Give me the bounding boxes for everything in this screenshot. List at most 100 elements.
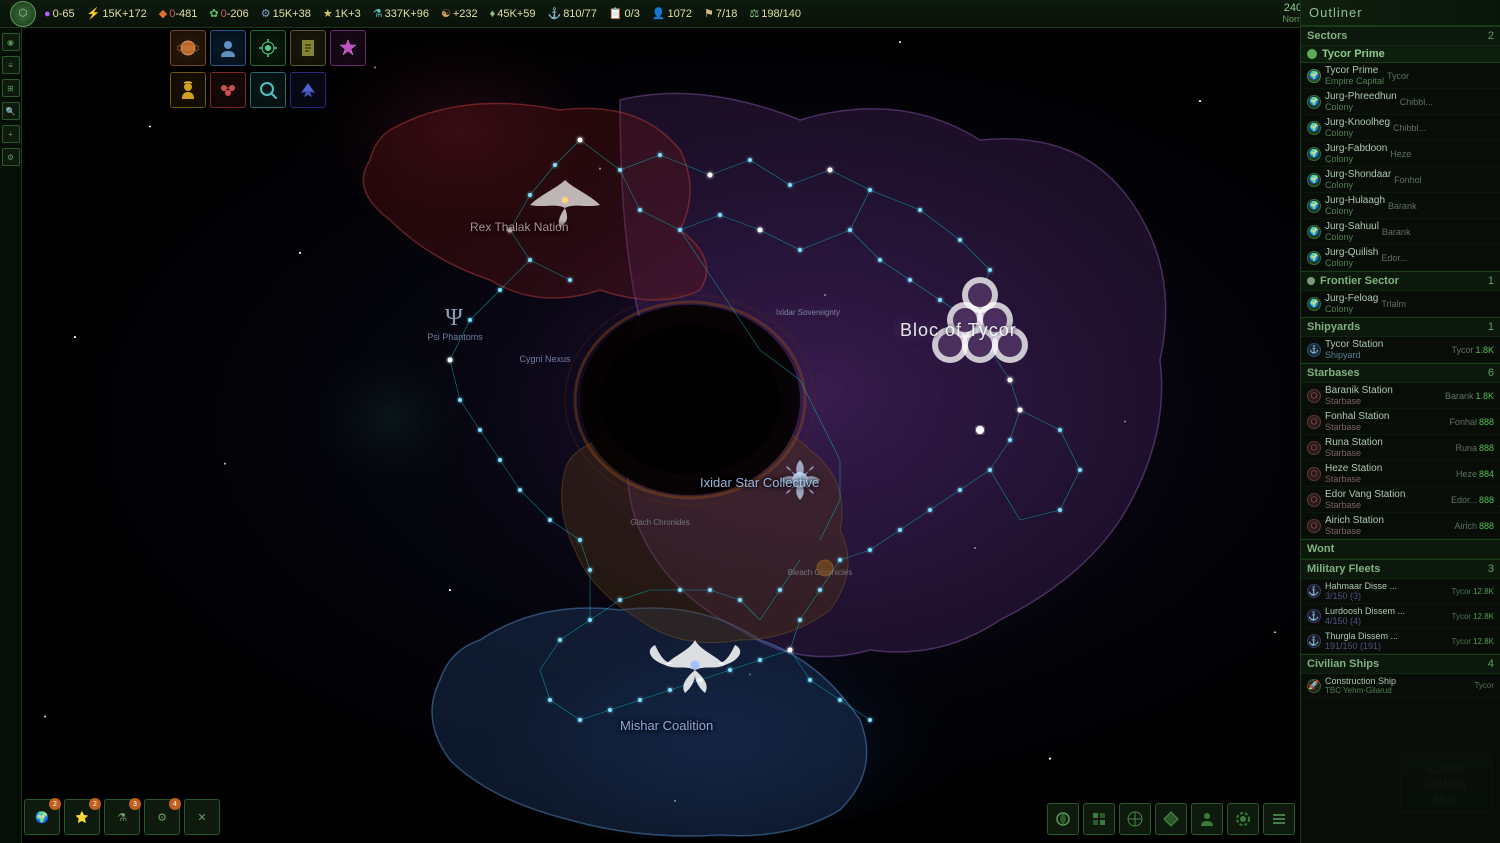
military-fleets-section-header[interactable]: Military Fleets 3 <box>1301 559 1500 579</box>
settings-gear-button[interactable] <box>1227 803 1259 835</box>
top-hud: ⬡ ● 0-65 ⚡ 15K+172 ◆ 0-481 ✿ 0-206 ⚙ 15K… <box>0 0 1500 28</box>
outliner-header: Outliner <box>1301 0 1500 26</box>
map-mode-2-button[interactable] <box>1083 803 1115 835</box>
stat-minerals: ◆ 0-481 <box>159 7 198 20</box>
map-mode-3-button[interactable] <box>1119 803 1151 835</box>
colony-icon: 🌍 <box>1307 95 1321 109</box>
starbase-icon: ⬡ <box>1307 467 1321 481</box>
starbase-fonhal[interactable]: ⬡ Fonhal Station Starbase Fonhal 888 <box>1301 409 1500 435</box>
svg-text:Cygni Nexus: Cygni Nexus <box>519 354 571 364</box>
policies-button[interactable] <box>290 30 326 66</box>
traditions-button[interactable] <box>330 30 366 66</box>
filter-icon-btn[interactable]: ≡ <box>2 56 20 74</box>
bottom-left-icons: 🌍 2 ⭐ 2 ⚗ 3 ⚙ 4 ✕ <box>24 799 220 835</box>
fleet-lurdoosh[interactable]: ⚓ Lurdoosh Dissem ... 4/150 (4) Tycor 12… <box>1301 604 1500 629</box>
stat-influence: ● 0-65 <box>44 8 75 20</box>
stat-unity: ☯ +232 <box>441 7 478 20</box>
fleet-icon: ⚓ <box>1307 584 1321 598</box>
stat-admin: 📋 0/3 <box>609 7 640 20</box>
notification-research-button[interactable]: ⚗ 3 <box>104 799 140 835</box>
settings-button[interactable]: ✕ <box>184 799 220 835</box>
wont-section-header[interactable]: Wont <box>1301 539 1500 559</box>
map-mode-1-button[interactable] <box>1047 803 1079 835</box>
starbase-baranik[interactable]: ⬡ Baranik Station Starbase Barank 1.8K <box>1301 383 1500 409</box>
stat-pops: 👤 1072 <box>652 7 692 20</box>
map-icon-btn[interactable]: ◉ <box>2 33 20 51</box>
colony-icon: 🌍 <box>1307 173 1321 187</box>
starbase-airich[interactable]: ⬡ Airich Station Starbase Airich 888 <box>1301 513 1500 539</box>
stat-research: ⚗ 337K+96 <box>373 7 429 20</box>
colony-jurg-fabdoon[interactable]: 🌍 Jurg-Fabdoon Colony Heze <box>1301 141 1500 167</box>
colony-icon: 🌍 <box>1307 199 1321 213</box>
colony-icon: 🌍 <box>1307 225 1321 239</box>
colony-jurg-feloag[interactable]: 🌍 Jurg-Feloag Colony Trlalm <box>1301 291 1500 317</box>
empire-icon[interactable]: ⬡ <box>10 1 36 27</box>
frontier-dot <box>1307 277 1315 285</box>
badge-3: 3 <box>129 798 141 810</box>
leaders-button[interactable] <box>170 72 206 108</box>
notification-expansion-button[interactable]: ⭐ 2 <box>64 799 100 835</box>
left-icon-bar: ◉ ≡ ⊞ 🔍 + ⚙ <box>0 28 22 843</box>
shipyard-icon: ⚓ <box>1307 343 1321 357</box>
technology-button[interactable] <box>250 30 286 66</box>
svg-text:Glach Chronides: Glach Chronides <box>630 518 690 527</box>
stat-amenities: ♦ 45K+59 <box>490 8 536 20</box>
shipyards-section-header[interactable]: Shipyards 1 <box>1301 317 1500 337</box>
stat-consumer: ★ 1K+3 <box>323 7 361 20</box>
intel-button[interactable] <box>250 72 286 108</box>
frontier-sector-header[interactable]: Frontier Sector 1 <box>1301 271 1500 291</box>
planets-button[interactable] <box>170 30 206 66</box>
colony-jurg-hulaagh[interactable]: 🌍 Jurg-Hulaagh Colony Barank <box>1301 193 1500 219</box>
colony-jurg-quilish[interactable]: 🌍 Jurg-Quilish Colony Edor... <box>1301 245 1500 271</box>
colony-tycor-prime[interactable]: 🌍 Tycor Prime Empire Capital Tycor <box>1301 63 1500 89</box>
colony-icon: 🌍 <box>1307 297 1321 311</box>
research-bottom-icon: ⚗ <box>117 811 127 824</box>
colony-icon: 🌍 <box>1307 251 1321 265</box>
search-icon-btn[interactable]: 🔍 <box>2 102 20 120</box>
civilian-ships-section-header[interactable]: Civilian Ships 4 <box>1301 654 1500 674</box>
stat-stability: ⚖ 198/140 <box>749 7 801 20</box>
starbase-runa[interactable]: ⬡ Runa Station Starbase Runa 888 <box>1301 435 1500 461</box>
expansion-icon: ⭐ <box>75 811 89 824</box>
starbase-edor-vang[interactable]: ⬡ Edor Vang Station Starbase Edor... 888 <box>1301 487 1500 513</box>
planets-bottom-icon: 🌍 <box>35 811 49 824</box>
starbases-section-header[interactable]: Starbases 6 <box>1301 363 1500 383</box>
layers-icon-btn[interactable]: ⊞ <box>2 79 20 97</box>
galaxy-map[interactable]: Ψ <box>0 0 1300 843</box>
fleet-icon: ⚓ <box>1307 634 1321 648</box>
factions-button[interactable] <box>210 72 246 108</box>
species-button[interactable] <box>210 30 246 66</box>
map-mode-4-button[interactable] <box>1155 803 1187 835</box>
sectors-section-header[interactable]: Sectors 2 <box>1301 26 1500 46</box>
bottom-right-icons <box>1047 803 1295 835</box>
menu-button[interactable] <box>1263 803 1295 835</box>
stat-alloys: ⚙ 15K+38 <box>261 7 311 20</box>
shipyard-tycor[interactable]: ⚓ Tycor Station Shipyard Tycor 1.8K <box>1301 337 1500 363</box>
fleet-thurgla[interactable]: ⚓ Thurgla Dissem ... 191/150 (191) Tycor… <box>1301 629 1500 654</box>
map-mode-5-button[interactable] <box>1191 803 1223 835</box>
stat-factions: ⚑ 7/18 <box>704 7 737 20</box>
fleet-hahmaar[interactable]: ⚓ Hahmaar Disse ... 3/150 (3) Tycor 12.8… <box>1301 579 1500 604</box>
svg-text:Ixidar Sovereignty: Ixidar Sovereignty <box>776 308 840 317</box>
colony-jurg-phreedhun[interactable]: 🌍 Jurg-Phreedhun Colony Chibbl... <box>1301 89 1500 115</box>
badge-4: 4 <box>169 798 181 810</box>
zoom-icon-btn[interactable]: + <box>2 125 20 143</box>
tycor-prime-subsector[interactable]: Tycor Prime <box>1301 46 1500 63</box>
starbase-icon: ⬡ <box>1307 389 1321 403</box>
colony-icon: 🌍 <box>1307 147 1321 161</box>
settings-icon-btn[interactable]: ⚙ <box>2 148 20 166</box>
colony-icon: 🌍 <box>1307 121 1321 135</box>
notification-buildings-button[interactable]: ⚙ 4 <box>144 799 180 835</box>
civilian-construction-ship[interactable]: 🚀 Construction Ship TBC Yehm-Gilarud Tyc… <box>1301 674 1500 698</box>
notification-planets-button[interactable]: 🌍 2 <box>24 799 60 835</box>
fleet-icon: ⚓ <box>1307 609 1321 623</box>
colony-jurg-knoolheg[interactable]: 🌍 Jurg-Knoolheg Colony Chibbl... <box>1301 115 1500 141</box>
colony-jurg-shondaar[interactable]: 🌍 Jurg-Shondaar Colony Fonhol <box>1301 167 1500 193</box>
colony-jurg-sahuul[interactable]: 🌍 Jurg-Sahuul Colony Barank <box>1301 219 1500 245</box>
stat-energy: ⚡ 15K+172 <box>87 7 147 20</box>
construction-ship-icon: 🚀 <box>1307 679 1321 693</box>
ships-button[interactable] <box>290 72 326 108</box>
starbase-icon: ⬡ <box>1307 441 1321 455</box>
outliner-panel: Outliner Sectors 2 Tycor Prime 🌍 Tycor P… <box>1300 0 1500 843</box>
starbase-heze[interactable]: ⬡ Heze Station Starbase Heze 884 <box>1301 461 1500 487</box>
